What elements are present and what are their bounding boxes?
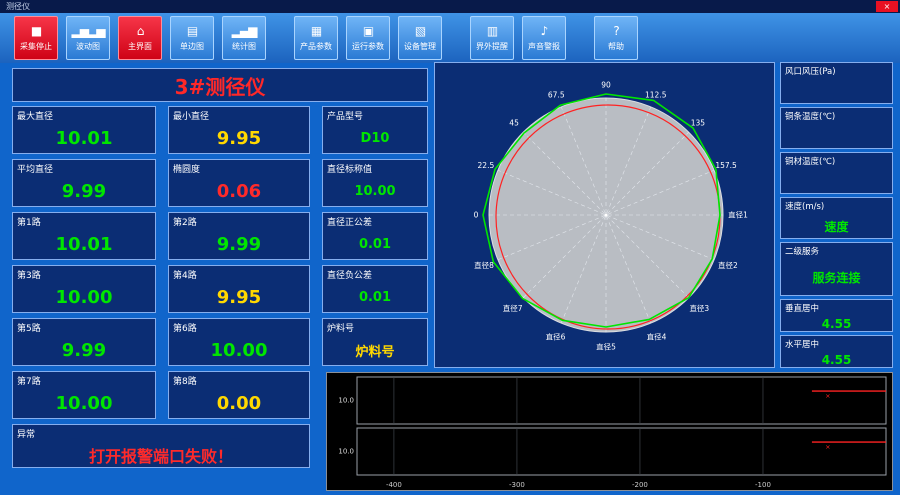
status-box-垂直居中: 垂直居中 4.55 xyxy=(780,299,893,332)
app-window: 测径仪 × ■ 采集停止 ▂▅▂▅ 波动图 ⌂ 主界面 ▤ 单边图 ▂▄▆ 统计图 ▦ 产品参数 ▣ 运行… xyxy=(0,0,900,495)
status-label: 速度(m/s) xyxy=(785,202,825,212)
status-box-铜材温度(℃): 铜材温度(℃) xyxy=(780,152,893,194)
trend-chart: 10.0 × 10.0 × -400 -300 -200 -100 xyxy=(338,376,887,489)
chart-label: -100 xyxy=(755,481,771,489)
status-box-速度(m/s): 速度(m/s) 速度 xyxy=(780,197,893,239)
chart-label: -400 xyxy=(386,481,402,489)
status-label: 铜条温度(℃) xyxy=(785,112,836,122)
status-box-铜条温度(℃): 铜条温度(℃) xyxy=(780,107,893,149)
chart-label: × xyxy=(825,392,830,400)
trend-chart-panel: 10.0 × 10.0 × -400 -300 -200 -100 xyxy=(326,372,893,491)
status-value: 4.55 xyxy=(821,352,852,367)
status-box-二级服务: 二级服务服务连接 xyxy=(780,242,893,296)
status-box-风口风压(Pa): 风口风压(Pa) xyxy=(780,62,893,104)
status-value: 速度 xyxy=(824,219,849,234)
status-value: 服务连接 xyxy=(812,270,861,285)
status-label: 风口风压(Pa) xyxy=(785,67,836,77)
chart-label: 10.0 xyxy=(338,397,354,405)
status-value xyxy=(781,79,892,103)
status-label: 二级服务 xyxy=(785,247,820,257)
status-value: 4.55 xyxy=(821,316,852,331)
status-box-水平居中: 水平居中 4.55 xyxy=(780,335,893,368)
chart-label: -200 xyxy=(632,481,648,489)
chart-label: × xyxy=(825,443,830,451)
chart-label: -300 xyxy=(509,481,525,489)
status-label: 铜材温度(℃) xyxy=(785,157,836,167)
status-label: 垂直居中 xyxy=(785,304,820,314)
chart-label: 10.0 xyxy=(338,448,354,456)
status-value xyxy=(781,124,892,148)
status-value xyxy=(781,169,892,193)
status-label: 水平居中 xyxy=(785,340,820,350)
